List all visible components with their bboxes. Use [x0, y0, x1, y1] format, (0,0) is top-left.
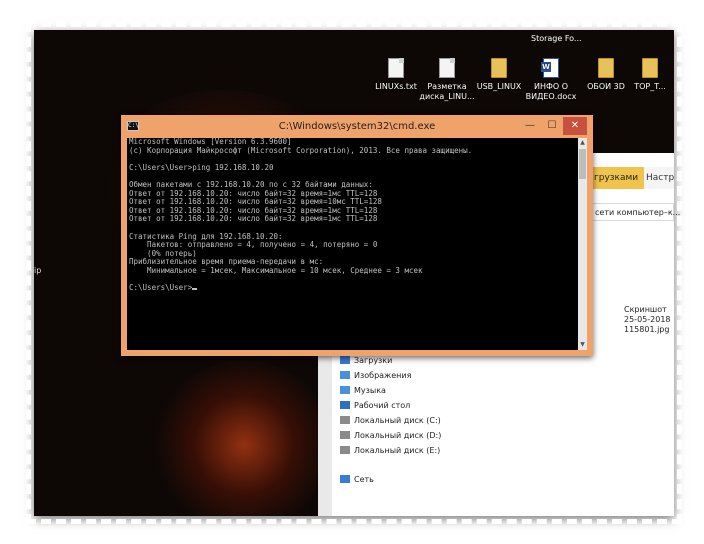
- console-prompt-line[interactable]: C:\Users\User>: [127, 283, 578, 293]
- scrollbar-thumb[interactable]: [579, 149, 586, 179]
- file-caption-line: Скриншот: [624, 305, 667, 314]
- nav-item-label: Сеть: [354, 475, 374, 484]
- console-line: C:\Users\User>ping 192.168.10.20: [129, 162, 274, 172]
- drive-icon: [340, 416, 350, 424]
- desktop-icon-label: ИНФО О ВИДЕО.docx: [525, 82, 577, 101]
- drive-icon: [340, 431, 350, 439]
- nav-item-drive-c[interactable]: Локальный диск (C:): [340, 414, 441, 428]
- nav-item-pictures[interactable]: Изображения: [340, 369, 411, 383]
- word-document-icon: [541, 58, 559, 78]
- cmd-window[interactable]: C:\ C:\Windows\system32\cmd.exe — ☐ ✕ Mi…: [121, 115, 593, 356]
- folder-icon: [598, 58, 614, 78]
- cmd-scrollbar[interactable]: ▲ ▼: [578, 138, 587, 350]
- console-line: Ответ от 192.168.10.20: число байт=32 вр…: [129, 214, 378, 224]
- left-edge-text: ip: [34, 266, 42, 275]
- pictures-icon: [340, 371, 350, 379]
- text-file-icon: [388, 58, 404, 78]
- breadcrumb: сети компьютер–к...: [595, 208, 681, 217]
- download-icon: [340, 356, 350, 364]
- file-caption[interactable]: Скриншот 25-05-2018 115801.jpg: [624, 305, 674, 335]
- address-bar[interactable]: сети компьютер–к...: [588, 203, 680, 221]
- text-cursor: [192, 288, 198, 291]
- maximize-button[interactable]: ☐: [541, 117, 563, 135]
- nav-item-network[interactable]: Сеть: [340, 473, 374, 487]
- wallpaper-glow: [154, 360, 334, 516]
- desktop-icon-label: ОБОИ 3D: [587, 82, 625, 91]
- console-line: (c) Корпорация Майкрософт (Microsoft Cor…: [129, 145, 473, 155]
- minimize-button[interactable]: —: [519, 117, 541, 135]
- desktop-icon: [340, 401, 350, 409]
- nav-item-desktop[interactable]: Рабочий стол: [340, 399, 410, 413]
- nav-item-label: Локальный диск (E:): [354, 446, 441, 455]
- network-icon: [340, 475, 350, 483]
- nav-item-label: Изображения: [354, 371, 412, 380]
- nav-item-music[interactable]: Музыка: [340, 384, 386, 398]
- nav-item-label: Локальный диск (C:): [354, 416, 441, 425]
- console-prompt: C:\Users\User>: [129, 283, 193, 293]
- console-line: Минимальное = 1мсек, Максимальное = 10 м…: [129, 265, 423, 275]
- scroll-down-arrow-icon[interactable]: ▼: [579, 341, 586, 349]
- desktop-icon-label: TOP_T...: [634, 82, 666, 91]
- nav-item-label: Рабочий стол: [354, 401, 411, 410]
- nav-item-drive-d[interactable]: Локальный диск (D:): [340, 429, 441, 443]
- cmd-console-output[interactable]: Microsoft Windows [Version 6.3.9600] (c)…: [127, 138, 578, 350]
- file-caption-line: 25-05-2018: [624, 315, 671, 324]
- folder-icon: [491, 58, 507, 78]
- desktop-icon-label: USB_LINUX: [476, 82, 522, 91]
- folder-icon: [642, 58, 658, 78]
- ribbon-tab-manage[interactable]: грузками: [588, 167, 645, 189]
- nav-item-drive-e[interactable]: Локальный диск (E:): [340, 444, 440, 458]
- nav-item-label: Загрузки: [354, 356, 393, 365]
- desktop-icon-top[interactable]: TOP_T...: [626, 58, 674, 92]
- scroll-up-arrow-icon[interactable]: ▲: [579, 139, 586, 147]
- storage-folder-label[interactable]: Storage Fo...: [531, 34, 582, 44]
- desktop-icon-label: LINUXs.txt: [375, 82, 417, 91]
- cmd-title-bar[interactable]: C:\ C:\Windows\system32\cmd.exe — ☐ ✕: [121, 115, 593, 138]
- drive-icon: [340, 446, 350, 454]
- text-file-icon: [439, 58, 455, 78]
- ribbon-tab-settings[interactable]: Настр: [640, 167, 680, 189]
- music-icon: [340, 386, 350, 394]
- close-button[interactable]: ✕: [563, 117, 587, 135]
- file-caption-line: 115801.jpg: [624, 325, 670, 334]
- nav-item-label: Музыка: [354, 386, 386, 395]
- nav-item-downloads[interactable]: Загрузки: [340, 354, 392, 368]
- nav-item-label: Локальный диск (D:): [354, 431, 442, 440]
